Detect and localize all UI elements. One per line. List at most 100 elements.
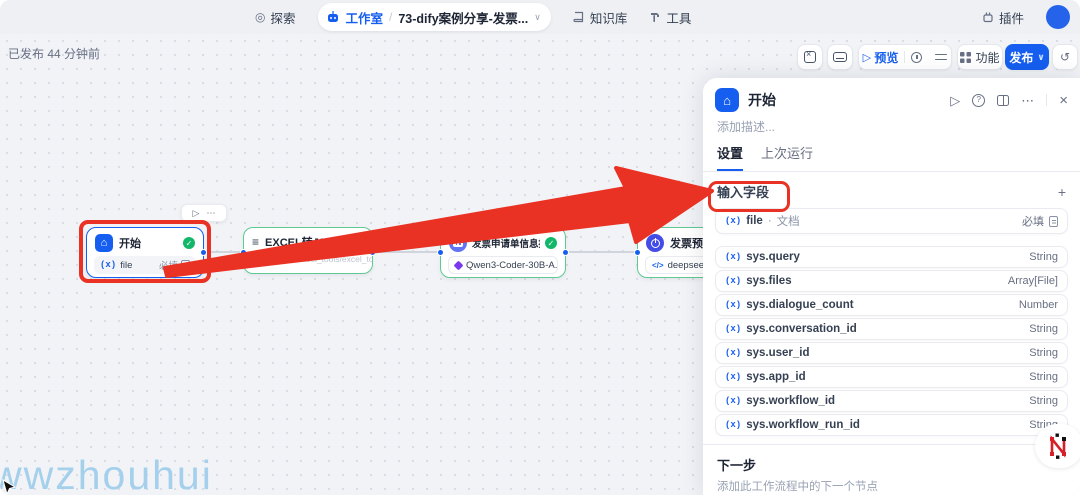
run-node-icon[interactable]: ▷ <box>950 94 960 107</box>
publish-status-text: 已发布 44 分钟前 <box>8 47 101 61</box>
sys-var-row[interactable]: (x) sys.workflow_id String <box>715 390 1068 412</box>
variable-icon: (x) <box>725 372 742 382</box>
play-icon[interactable]: ▷ <box>193 208 200 219</box>
dot-separator: · <box>767 215 772 227</box>
shortcuts-button[interactable] <box>827 44 853 70</box>
nav-plugins-label: 插件 <box>998 11 1024 26</box>
sys-var-row[interactable]: (x) sys.files Array[File] <box>715 270 1068 292</box>
sys-var-row[interactable]: (x) sys.workflow_run_id String <box>715 414 1068 436</box>
home-glyph: ⌂ <box>723 92 731 108</box>
tab-settings[interactable]: 设置 <box>717 143 744 171</box>
close-icon[interactable]: × <box>1059 93 1068 108</box>
workflow-breadcrumb[interactable]: 工作室 / 73-dify案例分享-发票... ∨ <box>317 3 551 31</box>
compass-icon: ◎ <box>255 10 266 24</box>
node-title: 发票申请单信息提取专家 <box>472 239 540 250</box>
nav-tools[interactable]: 工具 <box>649 8 691 27</box>
node-mini-toolbar: ▷ ⋯ <box>181 204 227 222</box>
user-avatar[interactable] <box>1046 5 1070 29</box>
sys-var-row[interactable]: (x) sys.query String <box>715 246 1068 268</box>
home-icon: ⌂ <box>715 88 739 112</box>
field-type-label: 文档 <box>776 216 800 228</box>
chevron-down-icon[interactable]: ∨ <box>534 12 541 23</box>
output-handle[interactable] <box>369 249 376 256</box>
layout-columns-icon[interactable] <box>997 94 1010 106</box>
document-icon <box>1049 215 1058 227</box>
features-label: 功能 <box>975 50 1000 65</box>
field-row-file[interactable]: (x) file · 文档 必填 <box>715 208 1068 234</box>
mouse-cursor <box>2 479 16 495</box>
input-handle[interactable] <box>240 249 247 256</box>
variables-icon[interactable] <box>935 52 948 62</box>
nav-tools-label: 工具 <box>666 11 692 26</box>
success-check-icon: ✓ <box>352 236 364 248</box>
help-icon[interactable]: ? <box>972 93 986 107</box>
next-step-title: 下一步 <box>717 458 757 473</box>
start-node-panel: ⌂ 开始 ▷ ? ⋯ × 添加描述... 设置 上次运行 输入字段 + (x) … <box>703 78 1080 495</box>
nav-knowledge[interactable]: 知识库 <box>573 8 628 27</box>
version-history-button[interactable]: ↺ <box>1052 44 1078 70</box>
run-group: ▷ 预览 <box>858 44 952 70</box>
variable-icon: (x) <box>725 324 742 334</box>
var-type: Number <box>1018 299 1058 311</box>
run-history-icon[interactable] <box>911 51 923 63</box>
tab-last-run[interactable]: 上次运行 <box>761 143 813 171</box>
next-step-desc: 添加此工作流程中的下一个节点 <box>717 481 878 493</box>
sys-var-row[interactable]: (x) sys.dialogue_count Number <box>715 294 1068 316</box>
watermark-text: wwzhouhui <box>0 452 213 495</box>
divider <box>904 51 906 63</box>
node-invoice-extract[interactable]: 发票申请单信息提取专家 ✓ Qwen3-Coder-30B-A... CHAT <box>437 227 569 278</box>
more-icon[interactable]: ⋯ <box>206 208 215 219</box>
variable-icon: (x) <box>725 396 742 406</box>
edge-excel-extract <box>373 251 440 253</box>
checklist-button[interactable] <box>797 44 823 70</box>
workflow-editor: ◎ 探索 工作室 / 73-dify案例分享-发票... ∨ 知识库 工具 插件… <box>0 0 1080 495</box>
var-name: sys.user_id <box>746 347 810 359</box>
hammer-icon <box>651 13 660 22</box>
sys-var-row[interactable]: (x) sys.conversation_id String <box>715 318 1068 340</box>
input-handle[interactable] <box>437 249 444 256</box>
power-icon <box>646 234 664 252</box>
preview-label: 预览 <box>874 50 899 65</box>
input-handle[interactable] <box>634 249 641 256</box>
preview-button[interactable]: ▷ 预览 <box>863 49 899 66</box>
play-icon: ▷ <box>862 51 872 64</box>
required-label: 必填 <box>1022 216 1044 228</box>
var-name: sys.query <box>746 251 800 263</box>
check-glyph: ✓ <box>354 237 362 247</box>
next-step-section: 下一步 添加此工作流程中的下一个节点 ⌂ ≡ Excel转Json + 添加并行… <box>703 445 1080 495</box>
var-type: String <box>1029 347 1058 359</box>
nav-plugins[interactable]: 插件 <box>982 8 1024 27</box>
output-handle[interactable] <box>200 249 207 256</box>
variable-icon: (x) <box>100 260 117 270</box>
var-type: Array[File] <box>1007 275 1058 287</box>
sys-var-row[interactable]: (x) sys.user_id String <box>715 342 1068 364</box>
nav-studio-label[interactable]: 工作室 <box>346 8 384 27</box>
panel-tabs: 设置 上次运行 <box>703 135 1080 172</box>
field-name: file <box>120 259 133 271</box>
node-title: 开始 <box>119 238 141 250</box>
var-name: sys.conversation_id <box>746 323 857 335</box>
var-type: String <box>1029 395 1058 407</box>
sys-var-row[interactable]: (x) sys.app_id String <box>715 366 1068 388</box>
workflow-name[interactable]: 73-dify案例分享-发票... <box>398 8 528 27</box>
node-start[interactable]: ⌂ 开始 ✓ (x) file 必填 <box>86 227 207 278</box>
var-type: String <box>1029 251 1058 263</box>
variable-icon: (x) <box>725 252 742 262</box>
document-icon <box>181 259 190 271</box>
panel-header: ⌂ 开始 ▷ ? ⋯ × <box>703 78 1080 114</box>
keyboard-icon <box>833 52 847 62</box>
code-icon: </> <box>652 260 664 270</box>
node-excel-to-json[interactable]: ≡ EXCEL转JSON ✓ qingdinglin/excel_tools/e… <box>240 227 376 274</box>
var-type: String <box>1029 371 1058 383</box>
output-handle[interactable] <box>562 249 569 256</box>
nav-knowledge-label: 知识库 <box>589 11 628 26</box>
add-field-icon[interactable]: + <box>1058 185 1066 199</box>
var-name: sys.files <box>746 275 792 287</box>
publish-button[interactable]: 发布 ∨ <box>1005 44 1049 70</box>
more-icon[interactable]: ⋯ <box>1021 94 1034 107</box>
checklist-icon <box>804 49 816 63</box>
description-placeholder[interactable]: 添加描述... <box>703 114 1080 135</box>
divider <box>1046 94 1048 106</box>
nav-explore[interactable]: ◎ 探索 <box>255 8 296 27</box>
features-button[interactable]: 功能 <box>957 44 1003 70</box>
